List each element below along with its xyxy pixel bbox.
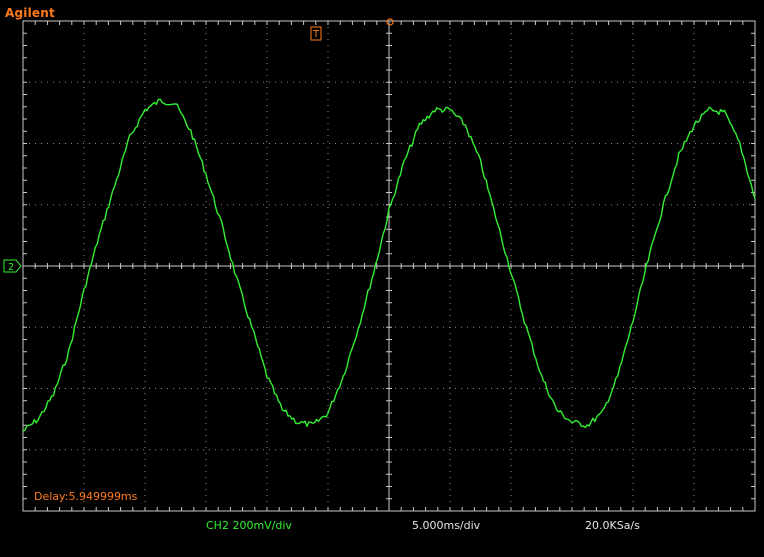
sample-rate-readout: 20.0KSa/s (585, 519, 640, 532)
time-reference-icon (386, 18, 394, 26)
delay-readout: Delay:5.949999ms (34, 490, 138, 503)
oscilloscope-display: T 2 (3, 18, 756, 512)
graticule-grid (22, 20, 756, 512)
trigger-marker-label: T (312, 29, 320, 40)
timebase-scale-readout: 5.000ms/div (412, 519, 481, 532)
ch2-ground-marker: 2 (3, 259, 22, 273)
ch2-marker-label: 2 (8, 262, 14, 273)
ch2-scale-readout: CH2 200mV/div (206, 519, 292, 532)
trigger-marker: T (310, 26, 322, 41)
